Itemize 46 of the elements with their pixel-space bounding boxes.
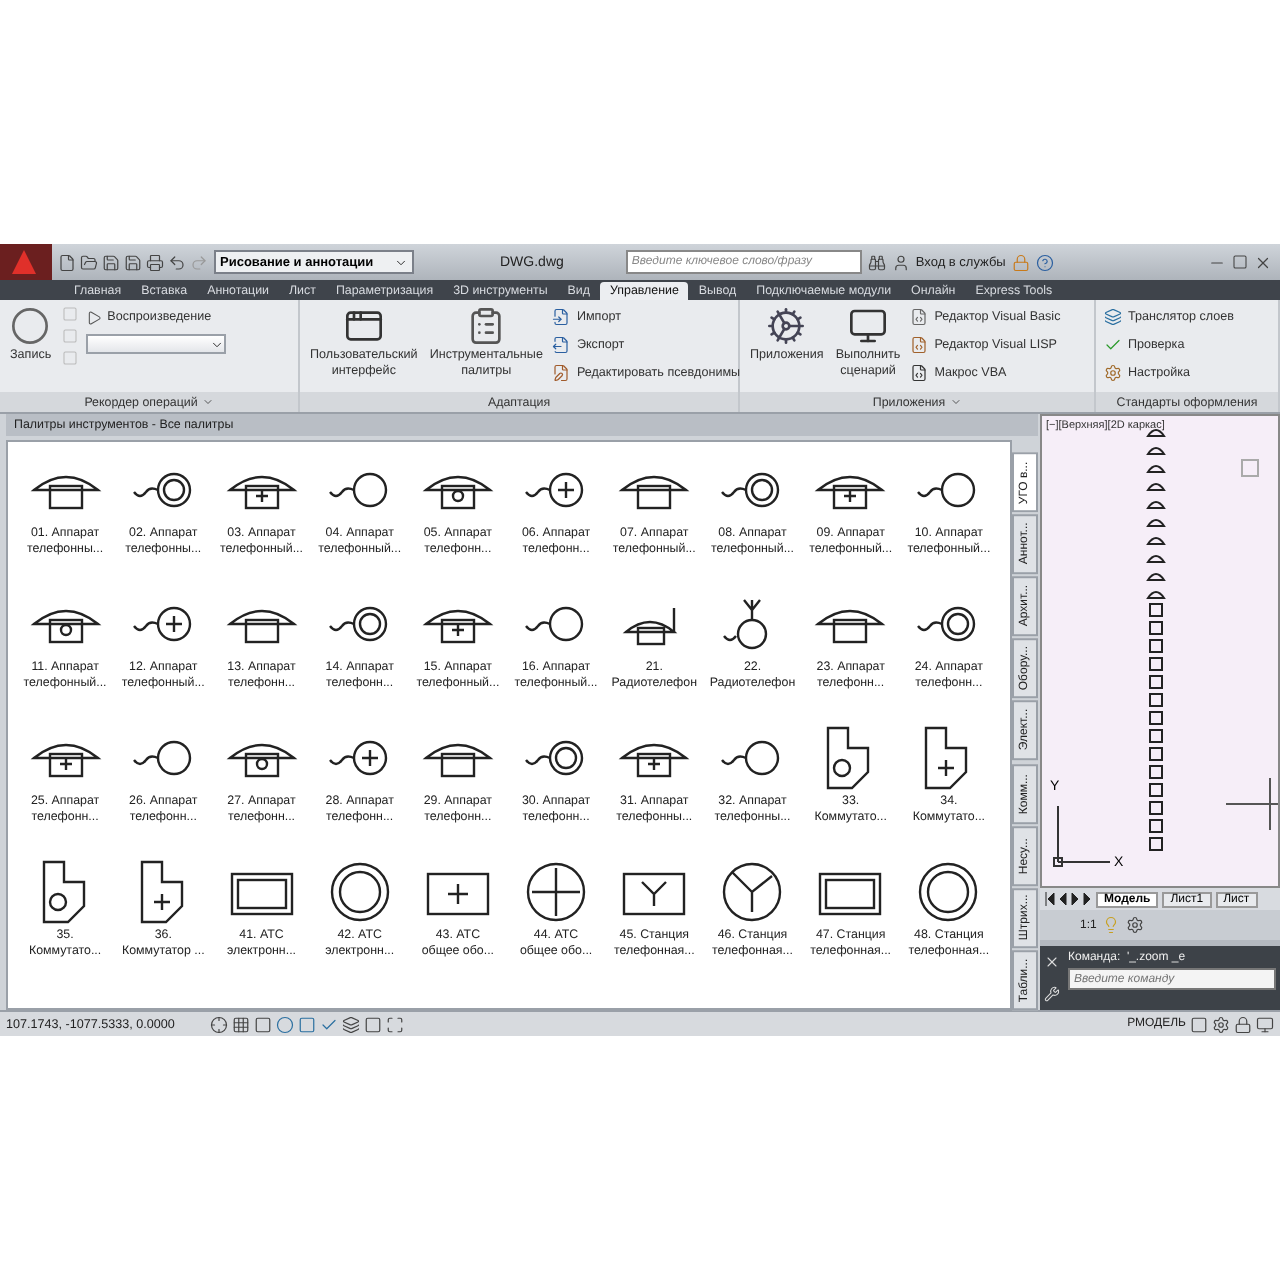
circle-icon[interactable] [10,306,51,346]
help-icon[interactable] [1035,253,1054,271]
caret-icon[interactable] [209,337,224,351]
save-icon[interactable] [124,253,142,271]
square-icon[interactable] [364,1015,382,1033]
window-icon[interactable] [343,306,384,346]
save-icon[interactable] [102,253,120,271]
crosshair-icon [1226,778,1278,830]
clipboard-icon[interactable] [466,306,507,346]
file-export-icon[interactable] [552,336,571,354]
code-file-icon[interactable] [910,308,929,326]
play-icon[interactable] [85,309,102,325]
open-folder-icon[interactable] [80,253,98,271]
app-logo[interactable] [0,244,52,280]
binoculars-icon[interactable] [867,253,886,271]
maximize-icon[interactable] [1232,254,1248,270]
tab-navigation-icon[interactable] [1044,892,1092,906]
grid-icon[interactable] [232,1015,250,1033]
printer-icon[interactable] [146,253,164,271]
crosshair-icon[interactable] [210,1015,228,1033]
expand-icon[interactable] [386,1015,404,1033]
square-icon[interactable] [254,1015,272,1033]
macro-dropdown[interactable] [85,334,226,354]
check-icon[interactable] [320,1015,338,1033]
code-file-icon[interactable] [910,364,929,382]
user-icon[interactable] [891,253,910,271]
wrench-icon[interactable] [1044,986,1060,1002]
monitor-icon[interactable] [1256,1015,1274,1033]
settings-icon[interactable] [1212,1015,1230,1033]
layers-icon[interactable] [1104,308,1122,326]
circle-icon[interactable] [276,1015,294,1033]
caret-icon[interactable] [394,255,408,269]
monitor-icon[interactable] [848,306,889,346]
settings-icon[interactable] [1104,364,1122,382]
check-icon[interactable] [1104,336,1122,354]
lock-icon[interactable] [1234,1015,1252,1033]
new-file-icon[interactable] [58,253,76,271]
square-icon[interactable] [298,1015,316,1033]
close-icon[interactable] [1254,253,1272,271]
gear-icon[interactable] [766,306,807,346]
file-edit-icon[interactable] [552,364,571,382]
layers-icon[interactable] [342,1015,360,1033]
settings-icon[interactable] [1126,916,1145,934]
square-icon[interactable] [1190,1015,1208,1033]
file-import-icon[interactable] [552,308,571,326]
undo-icon[interactable] [168,253,186,271]
